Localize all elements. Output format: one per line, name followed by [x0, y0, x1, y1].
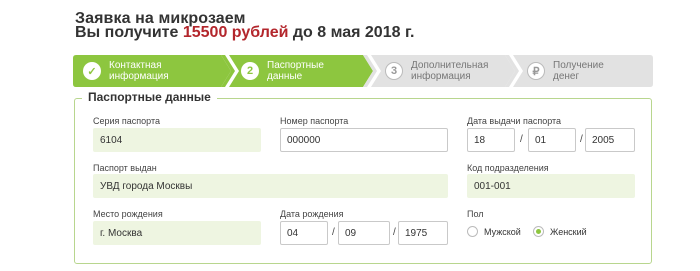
step-passport-data[interactable]: 2 Паспортные данные	[231, 55, 363, 87]
gender-option-label: Мужской	[484, 226, 521, 237]
issued-by-input[interactable]: УВД города Москвы	[93, 174, 448, 198]
step-label: Контактная информация	[109, 60, 169, 82]
progress-steps: ✓ Контактная информация 2 Паспортные данны…	[73, 55, 653, 87]
passport-series-input[interactable]: 6104	[93, 128, 261, 152]
series-label: Серия паспорта	[93, 116, 161, 126]
section-title: Паспортные данные	[82, 90, 217, 104]
radio-unchecked-icon	[467, 226, 478, 237]
step-contact-info[interactable]: ✓ Контактная информация	[73, 55, 223, 87]
gender-option-label: Женский	[550, 226, 587, 237]
issue-month-input[interactable]: 01	[528, 128, 576, 152]
issued-by-label: Паспорт выдан	[93, 163, 157, 173]
step-label: Получение денег	[553, 60, 604, 82]
issue-day-input[interactable]: 18	[467, 128, 515, 152]
birth-month-input[interactable]: 09	[338, 221, 390, 245]
date-separator: /	[393, 227, 396, 238]
step-label: Дополнительная информация	[411, 60, 489, 82]
number-label: Номер паспорта	[280, 116, 349, 126]
birth-place-label: Место рождения	[93, 209, 163, 219]
step-additional-info[interactable]: 3 Дополнительная информация	[375, 55, 507, 87]
gender-label: Пол	[467, 209, 484, 219]
check-icon: ✓	[83, 62, 101, 80]
dept-code-label: Код подразделения	[467, 163, 549, 173]
summary-suffix: до 8 мая 2018 г.	[288, 24, 415, 41]
gender-female-radio[interactable]: Женский	[533, 226, 587, 237]
gender-male-radio[interactable]: Мужской	[467, 226, 521, 237]
issue-year-input[interactable]: 2005	[585, 128, 635, 152]
step-label: Паспортные данные	[267, 60, 324, 82]
date-separator: /	[580, 134, 583, 145]
date-separator: /	[520, 134, 523, 145]
passport-number-input[interactable]: 000000	[280, 128, 448, 152]
step-get-money[interactable]: ₽ Получение денег	[517, 55, 653, 87]
birth-place-input[interactable]: г. Москва	[93, 221, 261, 245]
radio-checked-icon	[533, 226, 544, 237]
step-number: 2	[241, 62, 259, 80]
ruble-icon: ₽	[527, 62, 545, 80]
birth-date-label: Дата рождения	[280, 209, 344, 219]
date-separator: /	[332, 227, 335, 238]
step-number: 3	[385, 62, 403, 80]
birth-year-input[interactable]: 1975	[398, 221, 448, 245]
loan-summary: Вы получите 15500 рублей до 8 мая 2018 г…	[75, 24, 414, 42]
birth-day-input[interactable]: 04	[280, 221, 328, 245]
loan-amount: 15500 рублей	[182, 24, 289, 41]
dept-code-input[interactable]: 001-001	[467, 174, 635, 198]
summary-prefix: Вы получите	[75, 24, 183, 41]
issue-date-label: Дата выдачи паспорта	[467, 116, 562, 126]
